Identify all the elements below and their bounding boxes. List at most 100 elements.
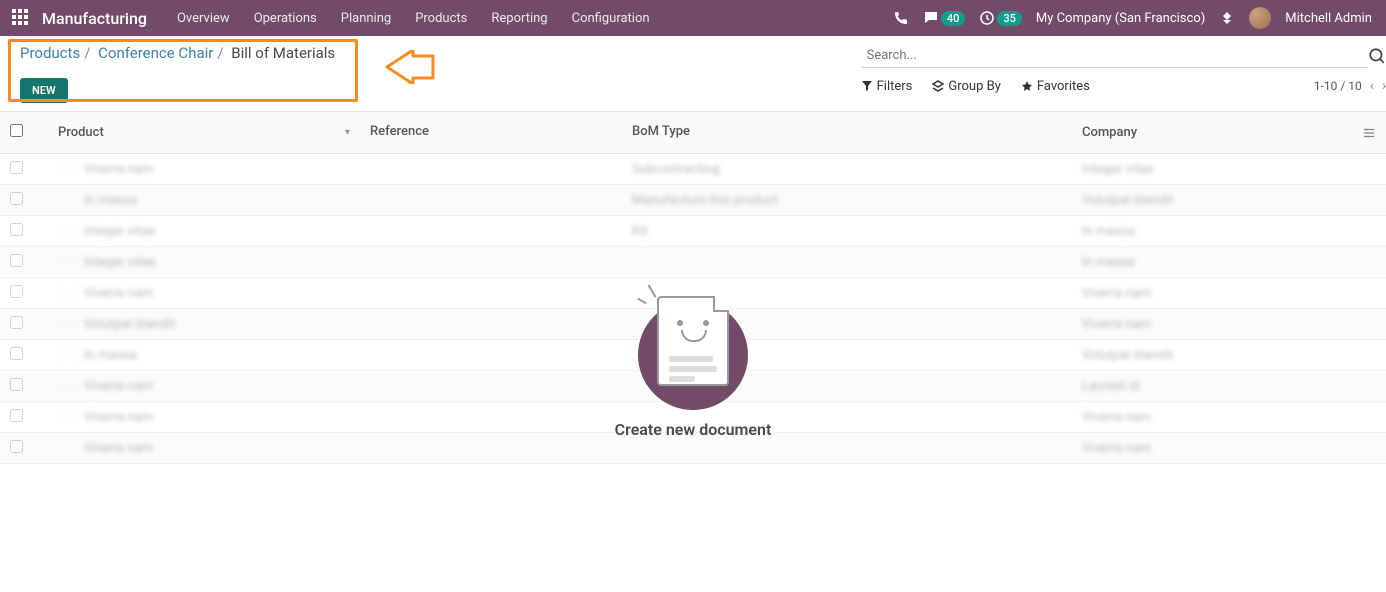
apps-icon[interactable]	[12, 9, 30, 27]
drag-icon[interactable]: ⋮⋮	[58, 257, 78, 268]
cell-bom-type: Subcontracting	[622, 158, 1072, 181]
cell-company: Volutpat blandit	[1072, 344, 1386, 367]
drag-icon[interactable]: ⋮⋮	[58, 381, 78, 392]
empty-state: Create new document	[578, 290, 808, 439]
top-navbar: Manufacturing Overview Operations Planni…	[0, 0, 1386, 36]
phone-icon[interactable]	[893, 10, 909, 26]
row-checkbox[interactable]	[0, 343, 48, 368]
filters-label: Filters	[877, 79, 913, 94]
cell-bom-type: Manufacture this product	[622, 189, 1072, 212]
row-checkbox[interactable]	[0, 157, 48, 182]
cell-product: ⋮⋮Viverra nam	[48, 158, 360, 181]
annotation-arrow	[383, 50, 435, 88]
debug-icon[interactable]	[1219, 10, 1235, 26]
header-company[interactable]: Company	[1072, 112, 1386, 153]
breadcrumb-products[interactable]: Products	[20, 44, 80, 62]
control-panel: Products/ Conference Chair/ Bill of Mate…	[0, 36, 1386, 112]
cell-product: ⋮⋮In massa	[48, 189, 360, 212]
cell-reference	[360, 196, 622, 204]
drag-icon[interactable]: ⋮⋮	[58, 350, 78, 361]
cell-reference	[360, 444, 622, 452]
row-checkbox[interactable]	[0, 188, 48, 213]
cell-reference	[360, 227, 622, 235]
header-bom-type[interactable]: BoM Type	[622, 112, 1072, 153]
favorites-label: Favorites	[1037, 79, 1090, 94]
cell-product: ⋮⋮Integer vitae	[48, 220, 360, 243]
breadcrumb-conference-chair[interactable]: Conference Chair	[98, 44, 213, 62]
row-checkbox[interactable]	[0, 374, 48, 399]
cell-product: ⋮⋮In massa	[48, 344, 360, 367]
row-checkbox[interactable]	[0, 219, 48, 244]
app-name[interactable]: Manufacturing	[42, 9, 147, 28]
column-settings-icon[interactable]	[1362, 126, 1376, 140]
activity-badge: 35	[997, 11, 1022, 26]
header-reference[interactable]: Reference	[360, 112, 622, 153]
cell-company: Integer vitae	[1072, 158, 1386, 181]
pager-prev[interactable]: ‹	[1370, 78, 1374, 94]
cell-product: ⋮⋮Viverra nam	[48, 375, 360, 398]
user-name[interactable]: Mitchell Admin	[1285, 11, 1372, 26]
cell-reference	[360, 165, 622, 173]
table-header: Product▾ Reference BoM Type Company	[0, 112, 1386, 154]
drag-icon[interactable]: ⋮⋮	[58, 443, 78, 454]
drag-icon[interactable]: ⋮⋮	[58, 195, 78, 206]
table-row[interactable]: ⋮⋮In massa Manufacture this product Volu…	[0, 185, 1386, 216]
groupby-button[interactable]: Group By	[932, 79, 1001, 94]
table-row[interactable]: ⋮⋮Viverra nam Subcontracting Integer vit…	[0, 154, 1386, 185]
drag-icon[interactable]: ⋮⋮	[58, 288, 78, 299]
nav-products[interactable]: Products	[403, 11, 479, 26]
row-checkbox[interactable]	[0, 436, 48, 461]
funnel-icon	[861, 80, 873, 92]
drag-icon[interactable]: ⋮⋮	[58, 319, 78, 330]
search-input[interactable]	[861, 44, 1369, 68]
caret-down-icon: ▾	[345, 127, 350, 138]
header-company-label: Company	[1082, 125, 1137, 140]
row-checkbox[interactable]	[0, 281, 48, 306]
favorites-button[interactable]: Favorites	[1021, 79, 1090, 94]
activities-button[interactable]: 35	[979, 10, 1022, 26]
nav-overview[interactable]: Overview	[165, 11, 242, 26]
star-icon	[1021, 80, 1033, 92]
pager-next[interactable]: ›	[1382, 78, 1386, 94]
nav-right: 40 35 My Company (San Francisco) Mitchel…	[893, 7, 1386, 29]
row-checkbox[interactable]	[0, 405, 48, 430]
cell-product: ⋮⋮Volutpat blandit	[48, 313, 360, 336]
cell-product: ⋮⋮Viverra nam	[48, 437, 360, 460]
header-product[interactable]: Product▾	[48, 112, 360, 153]
drag-icon[interactable]: ⋮⋮	[58, 226, 78, 237]
company-selector[interactable]: My Company (San Francisco)	[1036, 11, 1205, 26]
search-icon[interactable]	[1368, 47, 1386, 65]
new-button[interactable]: NEW	[20, 78, 68, 103]
chat-button[interactable]: 40	[923, 10, 966, 26]
cell-product: ⋮⋮Viverra nam	[48, 406, 360, 429]
chat-icon	[923, 10, 939, 26]
header-checkbox[interactable]	[0, 112, 48, 153]
breadcrumb: Products/ Conference Chair/ Bill of Mate…	[20, 44, 335, 62]
drag-icon[interactable]: ⋮⋮	[58, 412, 78, 423]
table-row[interactable]: ⋮⋮Integer vitae In massa	[0, 247, 1386, 278]
clock-icon	[979, 10, 995, 26]
chat-badge: 40	[941, 11, 966, 26]
filters-button[interactable]: Filters	[861, 79, 913, 94]
cell-company: Volutpat blandit	[1072, 189, 1386, 212]
cell-bom-type	[622, 258, 1072, 266]
nav-planning[interactable]: Planning	[329, 11, 403, 26]
pager-text: 1-10 / 10	[1314, 79, 1362, 93]
nav-configuration[interactable]: Configuration	[560, 11, 662, 26]
row-checkbox[interactable]	[0, 250, 48, 275]
drag-icon[interactable]: ⋮⋮	[58, 164, 78, 175]
row-checkbox[interactable]	[0, 312, 48, 337]
download-icon	[80, 80, 94, 94]
export-button[interactable]	[80, 79, 94, 98]
nav-menu: Overview Operations Planning Products Re…	[165, 11, 662, 26]
nav-reporting[interactable]: Reporting	[479, 11, 559, 26]
cell-company: In massa	[1072, 251, 1386, 274]
cell-company: Viverra nam	[1072, 313, 1386, 336]
empty-state-text: Create new document	[578, 420, 808, 439]
nav-operations[interactable]: Operations	[242, 11, 329, 26]
table-row[interactable]: ⋮⋮Integer vitae Kit In massa	[0, 216, 1386, 247]
cell-bom-type	[622, 444, 1072, 452]
cell-company: Viverra nam	[1072, 406, 1386, 429]
cell-product: ⋮⋮Viverra nam	[48, 282, 360, 305]
user-avatar[interactable]	[1249, 7, 1271, 29]
